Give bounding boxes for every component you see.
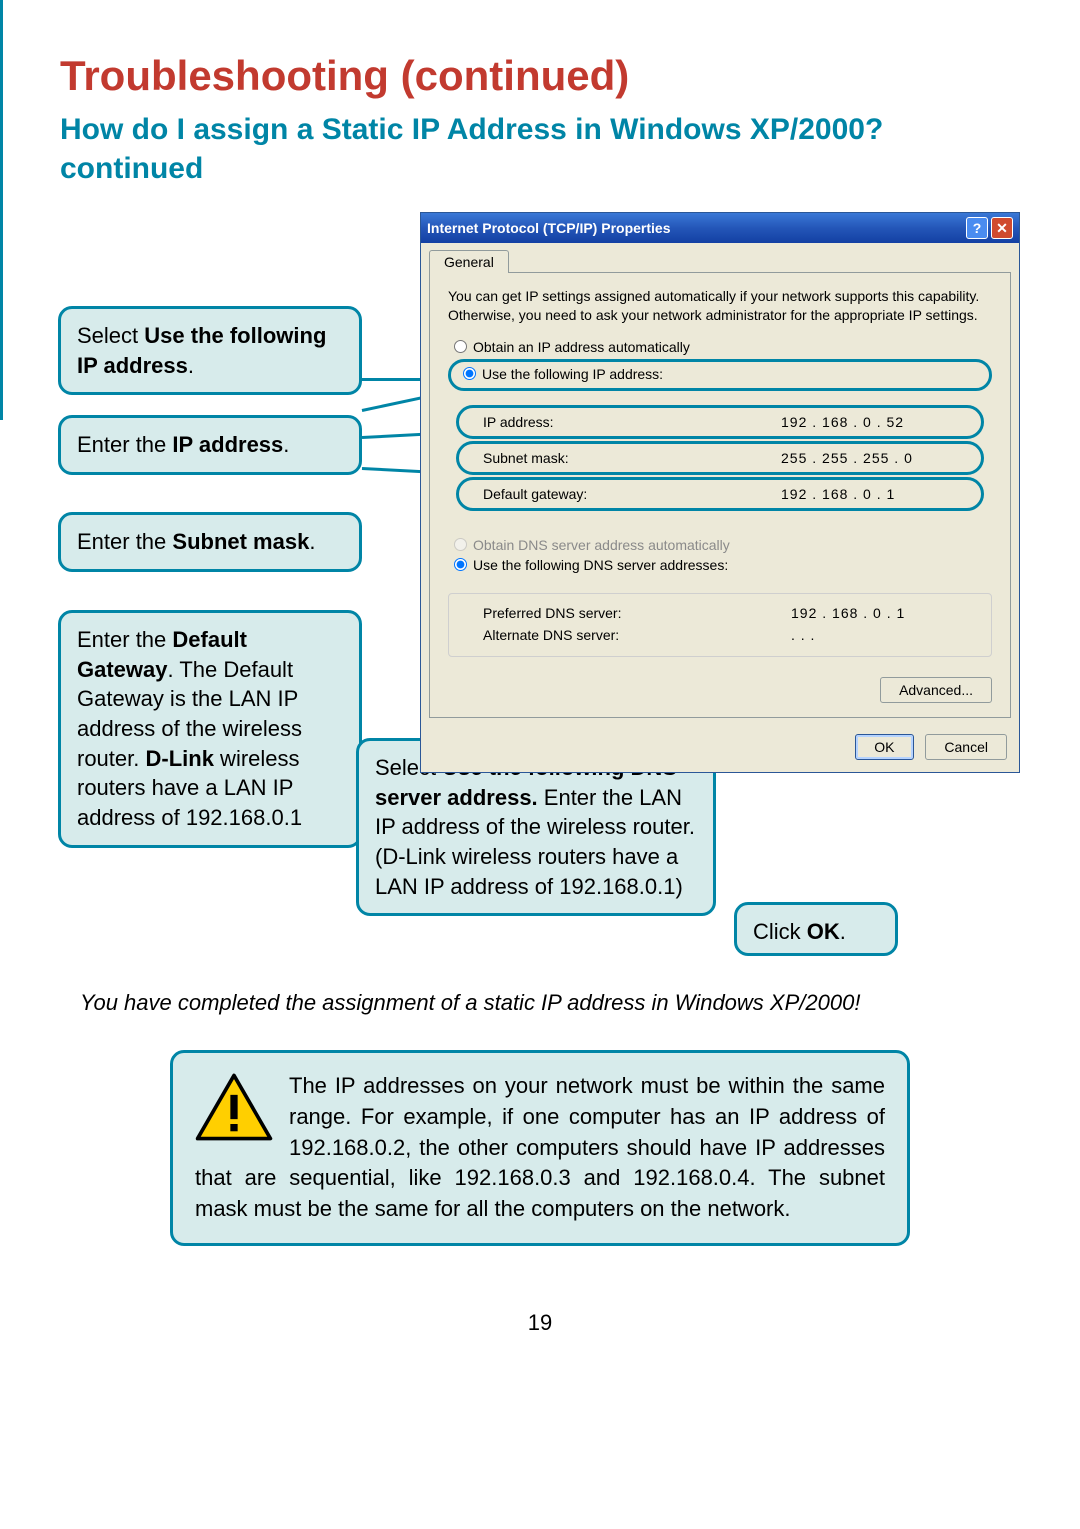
radio-use-ip[interactable]: Use the following IP address: [463, 366, 983, 382]
dialog-title: Internet Protocol (TCP/IP) Properties [427, 220, 963, 236]
radio-obtain-ip[interactable]: Obtain an IP address automatically [454, 339, 992, 355]
text: Enter the [77, 432, 172, 457]
callout-subnet-mask: Enter the Subnet mask. [58, 512, 362, 572]
text: . [309, 529, 315, 554]
radio-input[interactable] [454, 558, 467, 571]
callout-use-following-ip: Select Use the following IP address. [58, 306, 362, 395]
page-title: Troubleshooting (continued) [60, 52, 629, 100]
help-button[interactable]: ? [966, 217, 988, 239]
completion-text: You have completed the assignment of a s… [80, 990, 1000, 1016]
advanced-row: Advanced... [448, 677, 992, 703]
close-button[interactable]: ✕ [991, 217, 1013, 239]
dns-fields: Preferred DNS server: 192 . 168 . 0 . 1 … [448, 593, 992, 657]
note-box: The IP addresses on your network must be… [170, 1050, 910, 1246]
radio-use-dns[interactable]: Use the following DNS server addresses: [454, 557, 992, 573]
alt-dns-label: Alternate DNS server: [469, 627, 791, 643]
ip-address-value[interactable]: 192 . 168 . 0 . 52 [781, 414, 971, 430]
radio-label: Use the following DNS server addresses: [473, 557, 728, 573]
text-bold: IP address [172, 432, 283, 457]
ip-fields: IP address: 192 . 168 . 0 . 52 Subnet ma… [448, 397, 992, 519]
dialog-titlebar[interactable]: Internet Protocol (TCP/IP) Properties ? … [421, 213, 1019, 243]
text: . [840, 919, 846, 944]
cancel-button[interactable]: Cancel [925, 734, 1007, 760]
text: Click [753, 919, 807, 944]
connector-line [0, 210, 3, 420]
callout-ip-address: Enter the IP address. [58, 415, 362, 475]
dialog-button-row: OK Cancel [421, 726, 1019, 772]
gateway-value[interactable]: 192 . 168 . 0 . 1 [781, 486, 971, 502]
highlight-gateway: Default gateway: 192 . 168 . 0 . 1 [456, 477, 984, 511]
alt-dns-value[interactable]: . . . [791, 627, 981, 643]
text: . [283, 432, 289, 457]
callout-click-ok: Click OK. [734, 902, 898, 956]
text-bold: OK [807, 919, 840, 944]
tab-general[interactable]: General [429, 250, 509, 273]
subnet-value[interactable]: 255 . 255 . 255 . 0 [781, 450, 971, 466]
callout-default-gateway: Enter the Default Gateway. The Default G… [58, 610, 362, 848]
text: . [188, 353, 194, 378]
advanced-button[interactable]: Advanced... [880, 677, 992, 703]
radio-input[interactable] [454, 340, 467, 353]
warning-icon [195, 1073, 273, 1141]
note-text: The IP addresses on your network must be… [195, 1073, 885, 1221]
pref-dns-value[interactable]: 192 . 168 . 0 . 1 [791, 605, 981, 621]
text: Enter the [77, 627, 172, 652]
page-number: 19 [0, 1310, 1080, 1336]
highlight-subnet: Subnet mask: 255 . 255 . 255 . 0 [456, 441, 984, 475]
text: Select [77, 323, 144, 348]
text-bold: D-Link [145, 746, 213, 771]
connector-line [0, 0, 3, 210]
page-subtitle: How do I assign a Static IP Address in W… [60, 110, 1010, 188]
radio-label: Obtain an IP address automatically [473, 339, 690, 355]
highlight-use-ip: Use the following IP address: [448, 359, 992, 391]
text-bold: Subnet mask [172, 529, 309, 554]
gateway-label: Default gateway: [469, 486, 781, 502]
radio-label: Obtain DNS server address automatically [473, 537, 730, 553]
radio-input[interactable] [463, 367, 476, 380]
text: Enter the [77, 529, 172, 554]
dialog-description: You can get IP settings assigned automat… [448, 287, 992, 325]
ok-button[interactable]: OK [855, 734, 913, 760]
tab-panel-general: You can get IP settings assigned automat… [429, 272, 1011, 718]
ip-address-label: IP address: [469, 414, 781, 430]
tab-strip: General [421, 243, 1019, 272]
pref-dns-label: Preferred DNS server: [469, 605, 791, 621]
tcpip-properties-dialog: Internet Protocol (TCP/IP) Properties ? … [420, 212, 1020, 773]
highlight-ip-address: IP address: 192 . 168 . 0 . 52 [456, 405, 984, 439]
radio-label: Use the following IP address: [482, 366, 663, 382]
radio-obtain-dns: Obtain DNS server address automatically [454, 537, 992, 553]
radio-input [454, 538, 467, 551]
subnet-label: Subnet mask: [469, 450, 781, 466]
